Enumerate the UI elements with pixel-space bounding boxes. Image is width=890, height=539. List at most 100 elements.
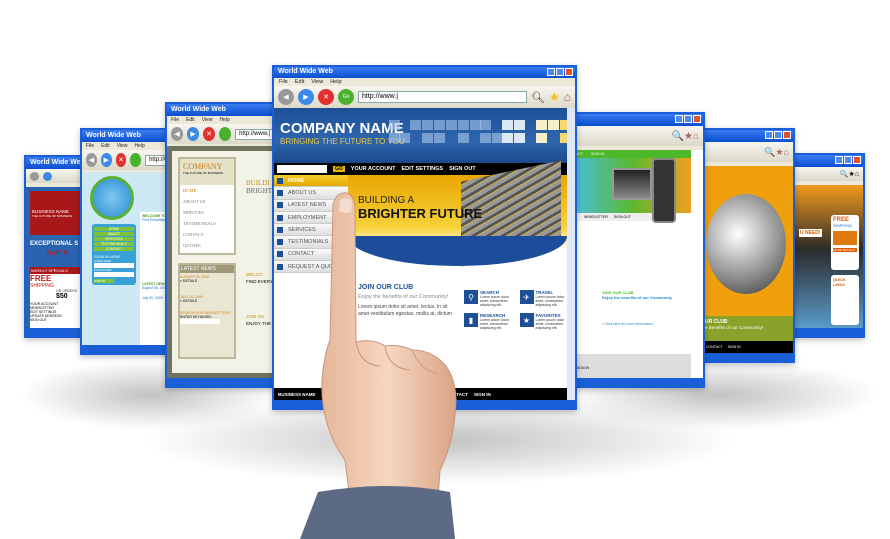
nav-testimonials[interactable]: TESTIMONIALS	[183, 218, 234, 229]
site-search-input[interactable]	[277, 165, 327, 173]
square-icon	[277, 263, 283, 270]
nav-home[interactable]: HOME	[94, 227, 134, 231]
square-icon	[277, 226, 283, 233]
sidebar-item-about-us[interactable]: ABOUT US	[274, 187, 348, 200]
forward-icon[interactable]	[43, 171, 52, 181]
slogan: THE FUTURE OF BUSINESS	[183, 171, 224, 175]
nav-sign-out[interactable]: SIGN OUT	[449, 166, 476, 172]
more-details-button[interactable]: MORE DETAILS	[833, 248, 857, 252]
home-icon[interactable]: ⌂	[564, 90, 571, 104]
sidebar-item-request-quote[interactable]: REQUEST A QUOTE	[274, 261, 348, 274]
square-icon	[277, 214, 283, 221]
globe-icon	[90, 176, 134, 220]
maximize-button[interactable]	[556, 68, 564, 76]
nav-services[interactable]: SERVICES	[183, 207, 234, 218]
sidebar-item-latest-news[interactable]: LATEST NEWS	[274, 199, 348, 212]
scrollbar[interactable]	[567, 108, 575, 400]
nav-quotes[interactable]: QUOTES	[183, 240, 234, 251]
details-link[interactable]: » DETAILS	[180, 279, 234, 283]
keyword-label: ENTER KEYWORD:	[180, 315, 212, 319]
sidebar-item-contact[interactable]: CONTACT	[274, 248, 348, 262]
monitor-icon	[612, 168, 652, 200]
toolbar-icons: 🔍★⌂	[839, 171, 859, 178]
close-button[interactable]	[565, 68, 573, 76]
sidebar-item-home[interactable]: HOME	[274, 175, 348, 188]
browser-window-main[interactable]: World Wide Web File Edit View Help ◀ ▶ ✕ Go…	[272, 65, 577, 410]
club-subheading: Enjoy the benefits of our Community	[602, 295, 673, 300]
footer-link[interactable]: SIGN IN	[728, 345, 741, 349]
menu-help[interactable]: Help	[330, 79, 341, 85]
free-label: FREE	[30, 274, 52, 283]
nav-link[interactable]: NEWSLETTER	[584, 215, 608, 219]
forward-icon[interactable]: ▶	[298, 89, 314, 105]
address-bar[interactable]: http://www.|	[235, 128, 274, 140]
feature-search[interactable]: ⚲ SEARCH Lorem ipsum dolor amet, consectet…	[464, 290, 514, 307]
footer-contact[interactable]: CONTACT	[446, 392, 468, 397]
nav-services[interactable]: SERVICES	[94, 237, 134, 241]
sidebar-item-services[interactable]: SERVICES	[274, 224, 348, 237]
business-logo: BUSINESS NAME THE FUTURE OF BUSINESS	[30, 191, 80, 235]
nav-about[interactable]: ABOUT	[94, 232, 134, 236]
menu-edit[interactable]: Edit	[295, 79, 304, 85]
footer: BUSINESS NAME 123 NOR CONTACT SIGN IN	[274, 388, 567, 400]
hero-line-2: BRIGHTER FUTURE	[358, 206, 483, 221]
nav-contact[interactable]: CONTACT	[94, 247, 134, 251]
footer-sign-in[interactable]: SIGN IN	[474, 392, 491, 397]
back-icon[interactable]: ◀	[278, 89, 294, 105]
search-icon[interactable]: 🔍︎	[531, 91, 545, 104]
link[interactable]: SIGN OUT	[30, 318, 84, 322]
details-link[interactable]: » DETAILS	[180, 299, 234, 303]
sidebar-item-employment[interactable]: EMPLOYMENT	[274, 211, 348, 225]
menu-view[interactable]: View	[311, 79, 323, 85]
sign-in-button[interactable]: SIGN IN	[94, 279, 114, 283]
headline: EXCEPTIONAL S	[30, 241, 79, 247]
footer-link[interactable]: CONTACT	[706, 345, 723, 349]
nav-edit-settings[interactable]: EDIT SETTINGS	[402, 166, 444, 172]
nav-link[interactable]: ACT	[576, 152, 583, 156]
feature-favorites[interactable]: ★ FAVORITES Lorem ipsum dolor amet, consec…	[519, 313, 570, 330]
square-icon	[277, 202, 283, 209]
weekly-specials: WEEKLY SPECIALS	[30, 267, 84, 274]
headline-2: THAT M	[46, 251, 69, 257]
title-bar: World Wide Web	[167, 104, 278, 116]
minimize-button[interactable]	[547, 68, 555, 76]
nav-testimonials[interactable]: TESTIMONIALS	[94, 242, 134, 246]
find-text: FIND EVERY	[246, 279, 273, 284]
sidebar-item-testimonials[interactable]: TESTIMONIALS	[274, 236, 348, 249]
company-name: COMPANY NAME	[280, 120, 404, 137]
stop-icon[interactable]: ✕	[318, 89, 334, 105]
toolbar-icons: 🔍★⌂	[671, 130, 699, 142]
nav-link[interactable]: SIGN IN	[591, 152, 604, 156]
nav-link[interactable]: SIGN OUT	[614, 215, 631, 219]
footer-link[interactable]: SIGN IN	[572, 354, 691, 378]
shipping-label: SHIPPING	[833, 223, 853, 228]
more-link[interactable]: » Click here for more information	[602, 322, 682, 326]
nav-about[interactable]: ABOUT US	[183, 196, 234, 207]
address-bar[interactable]: http://www.|	[358, 91, 528, 103]
star-icon[interactable]: ★	[549, 90, 560, 104]
nav-contact[interactable]: CONTACT	[183, 229, 234, 240]
password-input[interactable]	[94, 272, 134, 277]
site-search-go-button[interactable]: GO	[333, 166, 345, 172]
back-icon[interactable]	[30, 171, 39, 181]
menu-bar: File Edit View Help	[274, 78, 575, 86]
header-banner: COMPANY NAME BRINGING THE FUTURE TO YOU	[274, 108, 571, 163]
footer-address: 123 NOR	[321, 391, 341, 397]
go-icon[interactable]: Go	[338, 89, 354, 105]
club-heading: JOIN OUR CLUB	[358, 284, 414, 291]
wave-decoration	[348, 236, 567, 266]
toolbar-icons: 🔍★⌂	[764, 146, 789, 157]
nav-your-account[interactable]: YOUR ACCOUNT	[351, 166, 396, 172]
menu-file[interactable]: File	[279, 79, 288, 85]
feature-travel[interactable]: ✈ TRAVEL Lorem ipsum dolor amet, consectet…	[519, 290, 570, 307]
browser-window-right-2[interactable]: 🔍★⌂ UR CLUB e Benefits of our Community!…	[700, 128, 795, 363]
feature-research[interactable]: ▮ RESEARCH Lorem ipsum dolor amet, consect…	[464, 313, 514, 330]
browser-window-left-3[interactable]: World Wide Web File Edit View Help ◀ ▶ ✕ http:…	[165, 102, 280, 388]
star-icon: ★	[519, 313, 534, 327]
nav-home[interactable]: HOME	[183, 185, 234, 196]
square-icon	[277, 177, 283, 184]
browser-window-right-3[interactable]: 🔍★⌂ ACT SIGN IN NEWSLETTER SIGN OUT JOIN O…	[570, 112, 705, 388]
sleeve	[300, 486, 455, 539]
need-heading: U NEED!	[799, 229, 822, 237]
keyword-input[interactable]	[180, 319, 220, 324]
